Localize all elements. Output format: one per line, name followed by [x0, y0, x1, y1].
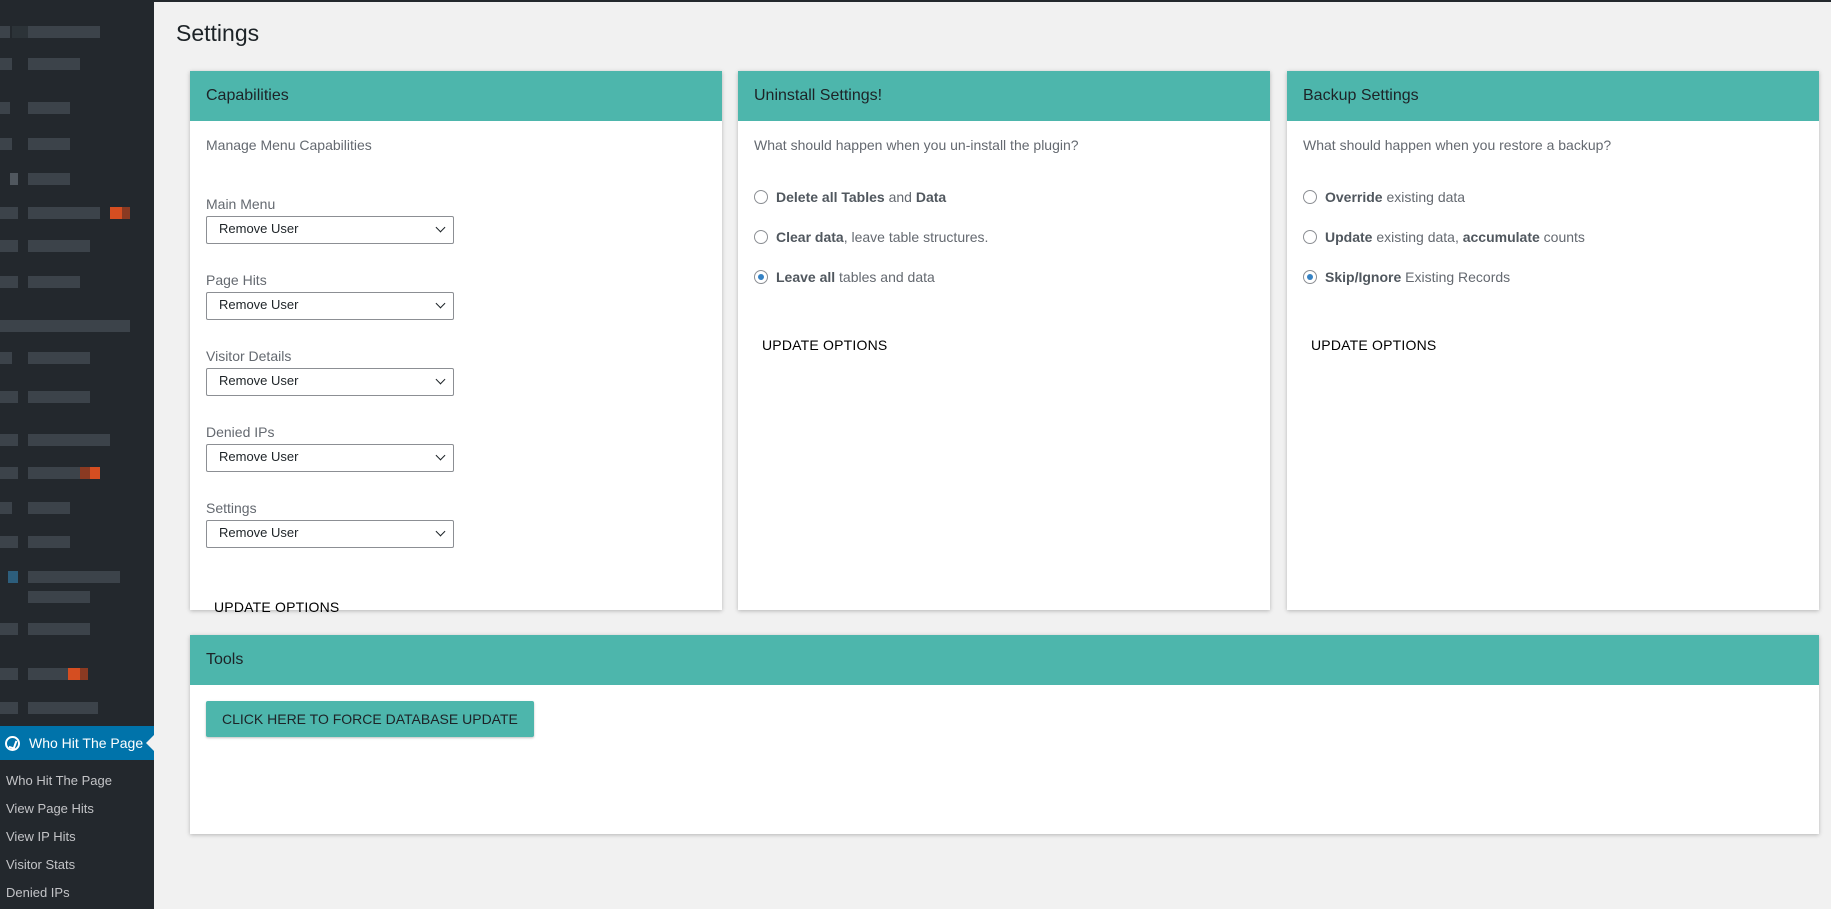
option-text: , leave table structures.: [843, 229, 989, 245]
select-value: Remove User: [219, 525, 299, 540]
uninstall-card: Uninstall Settings! What should happen w…: [738, 71, 1270, 610]
radio-button-checked[interactable]: [754, 270, 768, 284]
capabilities-intro: Manage Menu Capabilities: [206, 137, 372, 153]
radio-button-checked[interactable]: [1303, 270, 1317, 284]
option-bold-text: Delete all Tables: [776, 189, 885, 205]
option-text: counts: [1539, 229, 1585, 245]
tools-card: Tools CLICK HERE TO FORCE DATABASE UPDAT…: [190, 635, 1819, 834]
select-value: Remove User: [219, 373, 299, 388]
uninstall-option-clear-data[interactable]: Clear data, leave table structures.: [754, 227, 1254, 247]
radio-button[interactable]: [754, 190, 768, 204]
visitor-details-select[interactable]: Remove User: [206, 368, 454, 396]
chevron-down-icon: [435, 222, 446, 233]
select-value: Remove User: [219, 449, 299, 464]
uninstall-option-leave-all[interactable]: Leave all tables and data: [754, 267, 1254, 287]
chevron-down-icon: [435, 374, 446, 385]
capabilities-update-options-button[interactable]: UPDATE OPTIONS: [206, 599, 706, 615]
option-bold-text: Update: [1325, 229, 1373, 245]
submenu-item-denied-ips[interactable]: Denied IPs: [0, 882, 154, 909]
main-menu-select[interactable]: Remove User: [206, 216, 454, 244]
current-menu-arrow-icon: [146, 735, 154, 751]
chevron-down-icon: [435, 526, 446, 537]
backup-intro: What should happen when you restore a ba…: [1303, 137, 1612, 153]
radio-button[interactable]: [754, 230, 768, 244]
admin-sidebar: Who Hit The Page Who Hit The Page View P…: [0, 0, 154, 909]
backup-option-skip-ignore[interactable]: Skip/Ignore Existing Records: [1303, 267, 1803, 287]
option-text: tables and data: [835, 269, 935, 285]
uninstall-update-options-button[interactable]: UPDATE OPTIONS: [754, 337, 1254, 353]
visitor-details-label: Visitor Details: [206, 348, 292, 364]
tools-card-header: Tools: [190, 635, 1819, 685]
page-title: Settings: [176, 20, 260, 46]
backup-update-options-button[interactable]: UPDATE OPTIONS: [1303, 337, 1803, 353]
uninstall-intro: What should happen when you un-install t…: [754, 137, 1079, 153]
sidebar-item-label: Who Hit The Page: [29, 735, 144, 751]
select-value: Remove User: [219, 221, 299, 236]
main-menu-label: Main Menu: [206, 196, 276, 212]
option-text: and: [884, 189, 916, 205]
uninstall-option-delete-all[interactable]: Delete all Tables and Data: [754, 187, 1254, 207]
option-bold-text: Data: [915, 189, 947, 205]
page-hits-select[interactable]: Remove User: [206, 292, 454, 320]
settings-label: Settings: [206, 500, 257, 516]
submenu-item-who-hit-the-page[interactable]: Who Hit The Page: [0, 770, 154, 798]
admin-top-bar: [0, 0, 1831, 2]
option-bold-text: Leave all: [776, 269, 836, 285]
capabilities-card: Capabilities Manage Menu Capabilities Ma…: [190, 71, 722, 615]
option-bold-text: Skip/Ignore: [1325, 269, 1402, 285]
select-value: Remove User: [219, 297, 299, 312]
submenu-item-view-page-hits[interactable]: View Page Hits: [0, 798, 154, 826]
chevron-down-icon: [435, 298, 446, 309]
option-bold-text: accumulate: [1462, 229, 1540, 245]
sidebar-item-who-hit-the-page[interactable]: Who Hit The Page: [0, 726, 154, 760]
uninstall-card-header: Uninstall Settings!: [738, 71, 1270, 121]
option-bold-text: Clear data: [776, 229, 844, 245]
page-hits-label: Page Hits: [206, 272, 267, 288]
submenu-item-visitor-stats[interactable]: Visitor Stats: [0, 854, 154, 882]
backup-card: Backup Settings What should happen when …: [1287, 71, 1819, 610]
sidebar-submenu: Who Hit The Page View Page Hits View IP …: [0, 770, 154, 909]
settings-select[interactable]: Remove User: [206, 520, 454, 548]
denied-ips-label: Denied IPs: [206, 424, 275, 440]
option-text: Existing Records: [1401, 269, 1511, 285]
capabilities-card-header: Capabilities: [190, 71, 722, 121]
plugin-icon: [5, 735, 20, 751]
radio-button[interactable]: [1303, 230, 1317, 244]
chevron-down-icon: [435, 450, 446, 461]
radio-button[interactable]: [1303, 190, 1317, 204]
backup-card-header: Backup Settings: [1287, 71, 1819, 121]
denied-ips-select[interactable]: Remove User: [206, 444, 454, 472]
option-text: existing data: [1382, 189, 1466, 205]
backup-option-override[interactable]: Override existing data: [1303, 187, 1803, 207]
backup-option-update[interactable]: Update existing data, accumulate counts: [1303, 227, 1803, 247]
option-text: existing data,: [1372, 229, 1463, 245]
option-bold-text: Override: [1325, 189, 1383, 205]
force-database-update-button[interactable]: CLICK HERE TO FORCE DATABASE UPDATE: [206, 701, 534, 737]
submenu-item-view-ip-hits[interactable]: View IP Hits: [0, 826, 154, 854]
